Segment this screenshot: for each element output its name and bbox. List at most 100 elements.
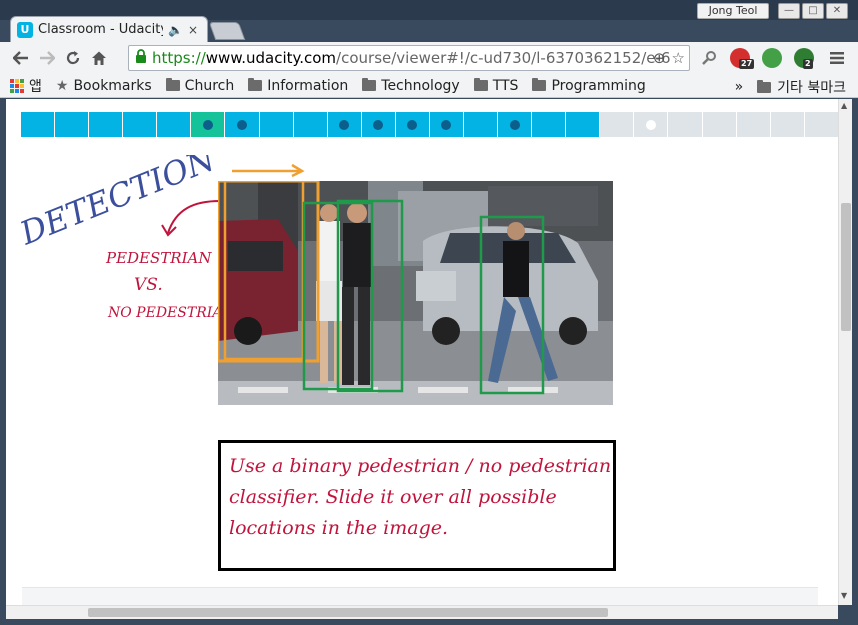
lock-icon: [135, 49, 147, 67]
progress-segment[interactable]: [395, 112, 430, 137]
menu-icon[interactable]: [824, 45, 850, 71]
progress-segment[interactable]: [293, 112, 328, 137]
bookmark-label: Programming: [551, 77, 646, 94]
home-icon[interactable]: [86, 45, 112, 71]
zoom-icon[interactable]: ⊕: [653, 49, 666, 67]
pedestrian-label: PEDESTRIAN: [106, 249, 212, 267]
bookmark-folder[interactable]: TTS: [473, 77, 519, 94]
progress-segment[interactable]: [361, 112, 396, 137]
progress-segment[interactable]: [464, 112, 499, 137]
address-bar[interactable]: https:// www.udacity.com /course/viewer#…: [128, 45, 690, 71]
progress-segment[interactable]: [225, 112, 260, 137]
progress-segment[interactable]: [804, 112, 838, 137]
note-line: Use a binary pedestrian / no pedestrian: [229, 455, 612, 477]
url-scheme: https://: [152, 49, 206, 67]
extension-green-balloon-icon[interactable]: [762, 48, 782, 68]
note-line: classifier. Slide it over all possible: [229, 486, 557, 508]
bookmark-label: Information: [267, 77, 349, 94]
tab-classroom[interactable]: U Classroom - Udacity 🔈 ×: [10, 16, 208, 42]
bookmark-label: Bookmarks: [73, 77, 152, 94]
scroll-down-arrow-icon[interactable]: ▼: [841, 591, 847, 600]
progress-dot-icon: [407, 119, 418, 130]
progress-segment[interactable]: [668, 112, 703, 137]
folder-icon: [532, 78, 547, 91]
extension-green-d-icon[interactable]: 2: [794, 48, 814, 69]
progress-segment[interactable]: [498, 112, 533, 137]
reload-icon[interactable]: [60, 45, 86, 71]
bookmark-item[interactable]: ★ Bookmarks: [56, 78, 152, 94]
progress-segment[interactable]: [89, 112, 124, 137]
progress-dot-icon: [441, 119, 452, 130]
extension-red-icon[interactable]: 27: [730, 48, 755, 69]
progress-dot-icon: [339, 119, 350, 130]
lesson-progress-bar: [21, 112, 838, 137]
progress-segment[interactable]: [259, 112, 294, 137]
bookmark-folder[interactable]: Information: [248, 78, 348, 94]
bookmark-label: Church: [184, 77, 235, 94]
instruction-note: Use a binary pedestrian / no pedestrian …: [218, 440, 616, 571]
bookmark-folder[interactable]: Programming: [532, 77, 646, 94]
scroll-up-arrow-icon[interactable]: ▲: [841, 101, 847, 110]
bookmark-folder[interactable]: Technology: [362, 77, 460, 94]
progress-dot-icon: [645, 119, 656, 130]
vertical-scrollbar[interactable]: ▲ ▼: [838, 99, 852, 605]
speaker-icon[interactable]: 🔈: [168, 23, 183, 37]
folder-icon: [248, 78, 263, 91]
new-tab-button[interactable]: [208, 22, 246, 40]
tab-title: Classroom - Udacity: [38, 22, 163, 37]
page-content: DETECTION PEDESTRIAN VS. NO PEDESTRIAN U…: [6, 99, 838, 605]
folder-icon: [165, 78, 180, 91]
progress-segment[interactable]: [702, 112, 737, 137]
progress-dot-icon: [509, 119, 520, 130]
bookmark-folder[interactable]: Church: [165, 77, 235, 94]
no-pedestrian-label: NO PEDESTRIAN: [108, 305, 235, 321]
extension-badge: 2: [803, 59, 813, 69]
url-path: /course/viewer#!/c-ud730/l-6370362152/e-…: [336, 49, 671, 67]
scrollbar-thumb[interactable]: [841, 203, 851, 331]
video-controls-strip: [22, 587, 818, 605]
progress-segment[interactable]: [191, 112, 226, 137]
apps-shortcut[interactable]: 앱: [10, 76, 42, 96]
progress-dot-icon: [237, 119, 247, 130]
slide-direction-arrow-icon: [232, 163, 305, 177]
progress-segment[interactable]: [634, 112, 669, 137]
progress-segment[interactable]: [157, 112, 192, 137]
pointer-arrow-icon: [161, 200, 221, 237]
bookmark-label: Technology: [381, 77, 460, 94]
progress-segment[interactable]: [600, 112, 635, 137]
progress-segment[interactable]: [123, 112, 158, 137]
folder-icon: [362, 78, 377, 91]
toolbar: https:// www.udacity.com /course/viewer#…: [0, 42, 858, 74]
back-arrow-icon[interactable]: [8, 45, 34, 71]
folder-icon: [757, 79, 772, 93]
progress-segment[interactable]: [429, 112, 465, 137]
progress-segment[interactable]: [770, 112, 805, 137]
bookmark-star-icon[interactable]: ☆: [672, 49, 685, 67]
progress-dot-icon: [202, 119, 213, 130]
search-icon[interactable]: [696, 45, 722, 71]
versus-label: VS.: [134, 275, 163, 295]
forward-arrow-icon[interactable]: [34, 45, 60, 71]
bookmarks-overflow-chevron[interactable]: »: [735, 79, 744, 95]
note-line: locations in the image.: [229, 517, 449, 539]
other-bookmarks[interactable]: 기타 북마크: [777, 77, 846, 97]
bookmark-label: TTS: [492, 77, 519, 94]
progress-segment[interactable]: [566, 112, 601, 137]
folder-icon: [473, 78, 488, 91]
udacity-favicon-icon: U: [17, 21, 33, 38]
horizontal-scrollbar[interactable]: [6, 605, 838, 619]
apps-grid-icon: [10, 78, 24, 93]
bookmarks-bar: 앱 ★ Bookmarks Church Information Technol…: [0, 74, 858, 98]
extension-badge: 27: [739, 59, 755, 69]
tab-close-icon[interactable]: ×: [188, 23, 198, 37]
street-scene-image: [218, 181, 613, 405]
browser-window: Jong Teol — □ ✕ U Classroom - Udacity 🔈 …: [0, 0, 858, 625]
progress-segment[interactable]: [532, 112, 567, 137]
progress-segment[interactable]: [327, 112, 362, 137]
apps-label: 앱: [29, 78, 42, 95]
progress-segment[interactable]: [55, 112, 90, 137]
progress-segment[interactable]: [21, 112, 56, 137]
progress-segment[interactable]: [736, 112, 771, 137]
url-host: www.udacity.com: [205, 49, 337, 67]
scrollbar-thumb[interactable]: [88, 608, 608, 617]
